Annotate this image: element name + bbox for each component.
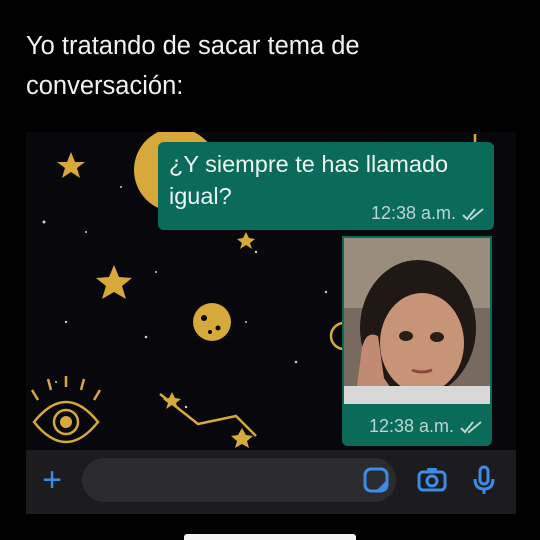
child-photo	[344, 238, 490, 408]
caption-line-2: conversación:	[26, 72, 184, 100]
message-meta: 12:38 a.m.	[371, 203, 484, 224]
chat-screen: ¿Y siempre te has llamado igual? 12:38 a…	[26, 132, 516, 450]
photo-meta: 12:38 a.m.	[369, 416, 482, 437]
camera-icon[interactable]	[416, 464, 448, 496]
message-input[interactable]	[82, 458, 396, 502]
double-check-icon	[460, 420, 482, 433]
caption-line-1: Yo tratando de sacar tema de	[26, 32, 360, 60]
home-indicator	[184, 534, 356, 540]
message-line-1: ¿Y siempre te has llamado	[169, 151, 449, 177]
photo-meta-bubble: 12:38 a.m.	[342, 404, 492, 446]
sticker-icon[interactable]	[360, 464, 392, 496]
double-check-icon	[462, 207, 484, 220]
photo-message[interactable]	[342, 236, 492, 408]
message-composer: +	[26, 450, 516, 514]
photo-time: 12:38 a.m.	[368, 416, 454, 436]
meme-caption: Yo tratando de sacar tema de conversació…	[26, 26, 526, 106]
message-bubble[interactable]: ¿Y siempre te has llamado igual? 12:38 a…	[158, 142, 494, 230]
message-time: 12:38 a.m.	[370, 203, 456, 223]
microphone-icon[interactable]	[468, 464, 500, 496]
plus-icon[interactable]: +	[38, 463, 66, 497]
